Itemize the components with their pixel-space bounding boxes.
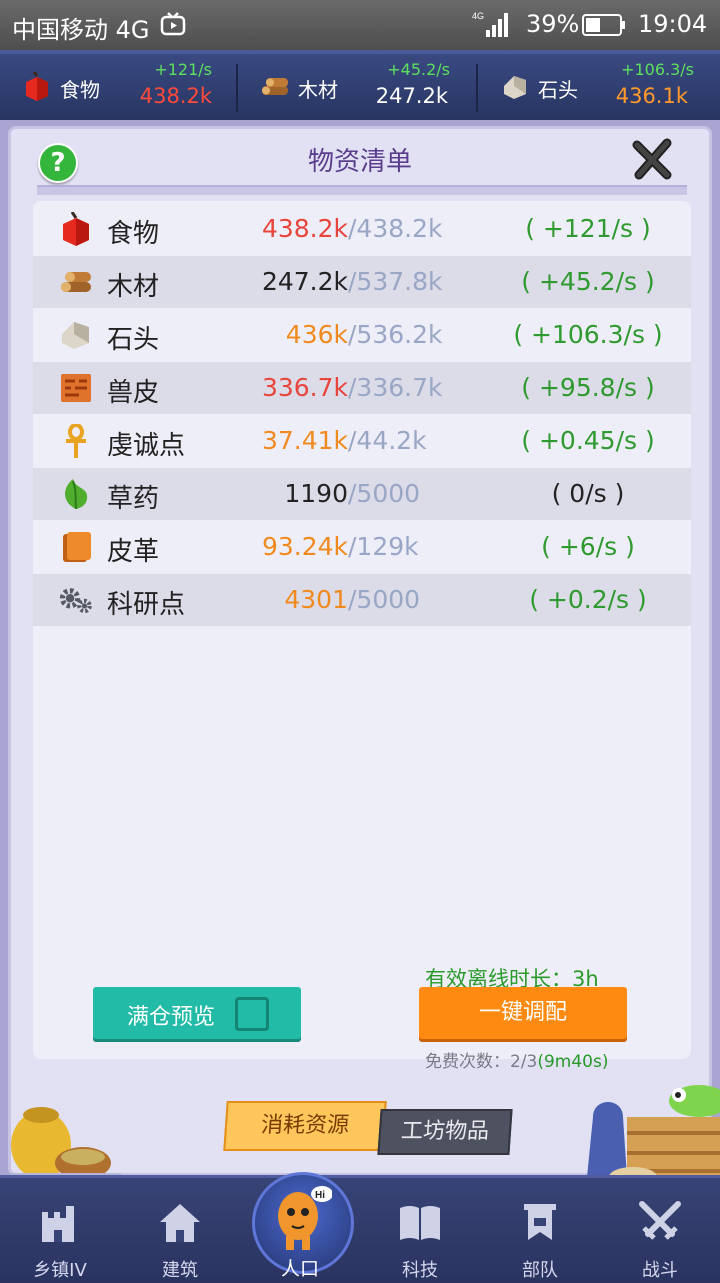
chameleon-crate-icon [587, 1085, 720, 1187]
dialog-panel: ? 物资清单 食物 438.2k /438.2k ( +121/s ) 木材 2… [8, 126, 720, 1187]
svg-text:4G: 4G [472, 11, 484, 21]
treasure-sacks-icon [11, 1107, 121, 1185]
dialog-header: ? 物资清单 [11, 129, 709, 199]
hi-badge: Hi [315, 1190, 325, 1201]
rate: ( +121/s ) [525, 214, 651, 243]
list-item[interactable]: 木材 247.2k /537.8k ( +45.2/s ) [33, 256, 691, 308]
banner-icon [524, 1204, 556, 1240]
resource-food[interactable]: 食物 +121/s 438.2k [22, 54, 222, 120]
nav-population-label: 人口 [280, 1258, 319, 1280]
castle-icon [42, 1206, 74, 1242]
divider [476, 64, 478, 112]
amount: 247.2k [261, 267, 348, 296]
amount: 1190 [284, 479, 348, 508]
book-icon [400, 1206, 440, 1240]
house-icon [160, 1204, 200, 1242]
amount: 436k [285, 320, 348, 349]
resource-bar: 食物 +121/s 438.2k 木材 +45.2/s 247.2k 石头 +1… [0, 50, 720, 120]
capacity: /438.2k [348, 214, 443, 243]
list-item[interactable]: 兽皮 336.7k /336.7k ( +95.8/s ) [33, 362, 691, 414]
capacity: /5000 [348, 479, 421, 508]
list-item[interactable]: 石头 436k /536.2k ( +106.3/s ) [33, 309, 691, 361]
rate: ( +6/s ) [541, 532, 635, 561]
carrier-label: 中国移动 4G [12, 16, 150, 44]
list-item[interactable]: 草药 1190 /5000 ( 0/s ) [33, 468, 691, 520]
capacity: /5000 [348, 585, 421, 614]
amount: 336.7k [261, 373, 348, 402]
capacity: /537.8k [348, 267, 443, 296]
hide-icon [61, 374, 91, 402]
divider [236, 64, 238, 112]
bottom-nav: 乡镇IV 建筑 Hi 科技 部队 战斗 [0, 1172, 720, 1283]
full-storage-preview-button[interactable]: 满仓预览 [93, 987, 301, 1039]
wood-icon [61, 272, 91, 292]
wood-icon [262, 78, 288, 95]
list-item[interactable]: 皮革 93.24k /129k ( +6/s ) [33, 521, 691, 573]
resource-stone[interactable]: 石头 +106.3/s 436.1k [500, 54, 700, 120]
rate: ( +0.45/s ) [521, 426, 655, 455]
nav-troops[interactable]: 部队 [480, 1178, 600, 1283]
swords-icon [639, 1201, 681, 1240]
amount: 4301 [284, 585, 348, 614]
battery-icon [582, 14, 625, 36]
gears-icon [59, 588, 92, 614]
status-bar: 中国移动 4G 4G 39% 19:04 [0, 0, 720, 50]
amount: 438.2k [261, 214, 348, 243]
nav-battle[interactable]: 战斗 [600, 1178, 720, 1283]
nav-town[interactable]: 乡镇IV [0, 1178, 120, 1283]
stone-icon [62, 322, 89, 349]
villager-icon: Hi [278, 1186, 332, 1250]
close-icon[interactable] [631, 137, 675, 181]
list-item[interactable]: 科研点 4301 /5000 ( +0.2/s ) [33, 574, 691, 626]
apple-icon [26, 72, 48, 101]
list-item[interactable]: 虔诚点 37.41k /44.2k ( +0.45/s ) [33, 415, 691, 467]
rate: ( +95.8/s ) [521, 373, 655, 402]
header-divider [37, 185, 687, 195]
leather-icon [63, 532, 91, 562]
amount: 37.41k [261, 426, 348, 455]
rate: ( +45.2/s ) [521, 267, 655, 296]
nav-buildings[interactable]: 建筑 [120, 1178, 240, 1283]
tab-workshop-items[interactable]: 工坊物品 [377, 1109, 513, 1155]
tab-consume-resources[interactable]: 消耗资源 [223, 1101, 387, 1151]
tv-icon [160, 12, 186, 36]
rate: ( 0/s ) [551, 479, 625, 508]
preview-checkbox[interactable] [235, 997, 269, 1031]
signal-icon: 4G [472, 11, 508, 37]
ankh-icon [66, 424, 86, 458]
dialog-title: 物资清单 [307, 147, 412, 177]
resource-list: 食物 438.2k /438.2k ( +121/s ) 木材 247.2k /… [33, 201, 691, 1059]
rate: ( +0.2/s ) [529, 585, 647, 614]
capacity: /44.2k [348, 426, 427, 455]
stone-icon [504, 76, 526, 99]
apple-icon [63, 212, 89, 246]
capacity: /536.2k [348, 320, 443, 349]
auto-assign-button[interactable]: 一键调配 [419, 987, 627, 1039]
amount: 93.24k [261, 532, 348, 561]
resource-list-dialog: ? 物资清单 食物 438.2k /438.2k ( +121/s ) 木材 2… [0, 120, 720, 1187]
capacity: /129k [348, 532, 419, 561]
rate: ( +106.3/s ) [513, 320, 663, 349]
list-item[interactable]: 食物 438.2k /438.2k ( +121/s ) [33, 203, 691, 255]
capacity: /336.7k [348, 373, 443, 402]
free-count-label: 免费次数：2/3(9m40s) [425, 1052, 609, 1072]
clock: 19:04 [638, 10, 708, 38]
resource-wood[interactable]: 木材 +45.2/s 247.2k [260, 54, 460, 120]
nav-tech[interactable]: 科技 [360, 1178, 480, 1283]
herb-icon [65, 479, 88, 510]
battery-percent: 39% [526, 10, 580, 38]
